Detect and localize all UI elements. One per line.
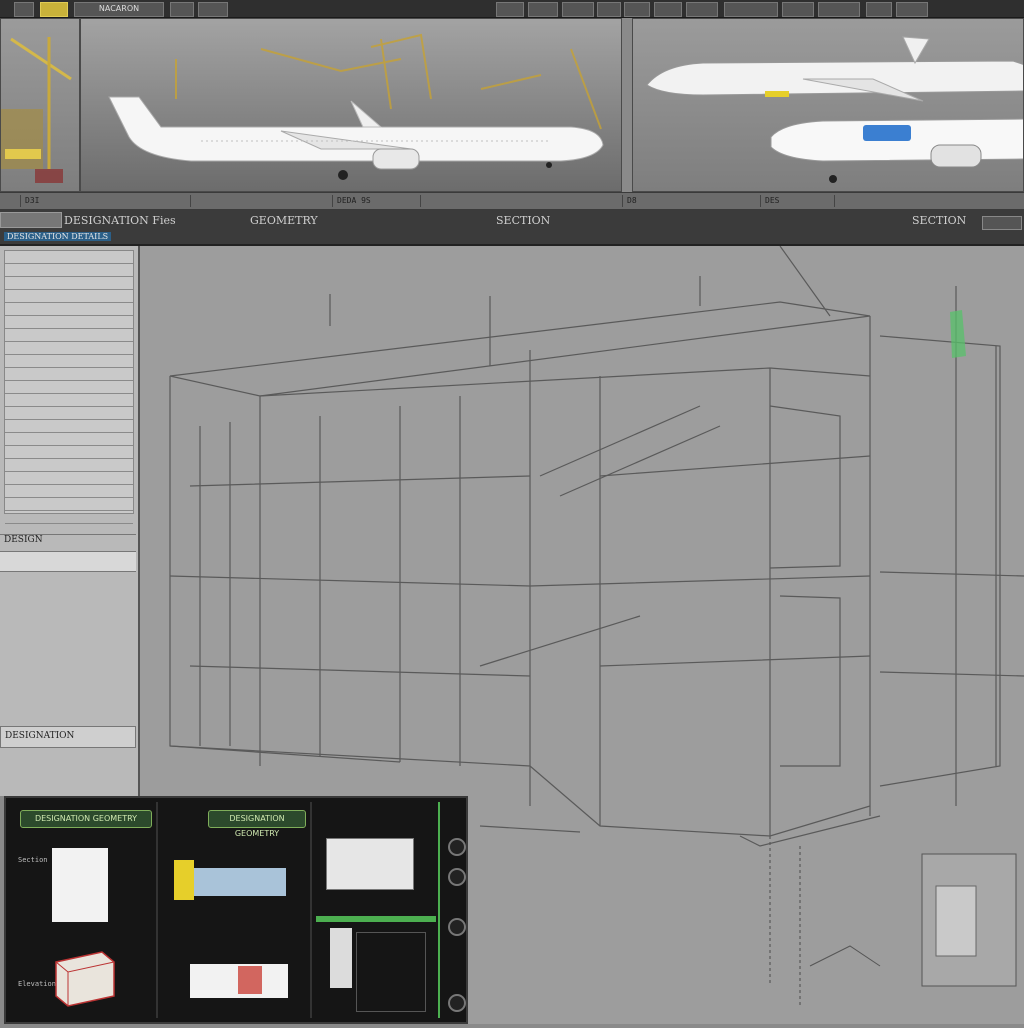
panel-table-preview[interactable]: [326, 838, 414, 890]
panel-green-strip: [316, 916, 436, 922]
panel-caption-2: Elevation: [18, 980, 56, 988]
green-marker: [950, 310, 966, 358]
toolbar-button-1[interactable]: [14, 2, 34, 17]
property-row[interactable]: [5, 277, 133, 290]
panel-preview-card[interactable]: [52, 848, 108, 922]
property-row[interactable]: [5, 420, 133, 433]
viewport-crane-thumb[interactable]: [0, 18, 80, 192]
tab-section[interactable]: SECTION: [496, 214, 550, 227]
property-row[interactable]: [5, 264, 133, 277]
panel-blue-bar[interactable]: [194, 868, 286, 896]
aircraft-pair-image: [646, 36, 1023, 183]
panel-red-mark: [238, 966, 262, 994]
panel-knob-4[interactable]: [448, 994, 466, 1012]
ruler-cell-4: [420, 195, 595, 207]
toolbar-right-10[interactable]: [818, 2, 860, 17]
property-row[interactable]: [5, 433, 133, 446]
panel-column-preview[interactable]: [330, 928, 352, 988]
panel-caption-1: Section: [18, 856, 48, 864]
property-row[interactable]: [5, 472, 133, 485]
ruler-label-4: DES: [765, 196, 780, 205]
top-toolbar: NACARON: [0, 0, 1024, 18]
property-row[interactable]: [5, 303, 133, 316]
property-row[interactable]: [5, 394, 133, 407]
property-row[interactable]: [5, 355, 133, 368]
bottom-tool-panel: DESIGNATION GEOMETRY DESIGNATION GEOMETR…: [4, 796, 468, 1024]
panel-divider-green: [438, 802, 440, 1018]
tab-designation[interactable]: DESIGNATION Fies: [64, 214, 176, 227]
ruler-cell-2: [190, 195, 335, 207]
toolbar-right-6[interactable]: [654, 2, 682, 17]
property-row[interactable]: [5, 342, 133, 355]
property-row[interactable]: [5, 511, 133, 524]
panel-divider-1: [156, 802, 158, 1018]
viewport-aircraft-side[interactable]: [80, 18, 622, 192]
property-row[interactable]: [5, 381, 133, 394]
ruler-strip: D3I DEDA 9S D8 DES: [0, 192, 1024, 210]
property-row[interactable]: [5, 446, 133, 459]
ruler-cell-6: DES: [760, 195, 835, 207]
toolbar-button-3[interactable]: [170, 2, 194, 17]
sub-tab-details[interactable]: DESIGNATION DETAILS: [4, 232, 112, 241]
property-row[interactable]: [5, 498, 133, 511]
panel-button-1[interactable]: DESIGNATION GEOMETRY: [20, 810, 152, 828]
ruler-cell-1: D3I: [20, 195, 97, 207]
toolbar-right-2[interactable]: [528, 2, 558, 17]
property-row[interactable]: [5, 459, 133, 472]
toolbar-right-4[interactable]: [597, 2, 621, 17]
toolbar-right-7[interactable]: [686, 2, 718, 17]
panel-yellow-block[interactable]: [174, 860, 194, 900]
sidebar-footer-label: DESIGN: [0, 534, 136, 552]
toolbar-title: NACARON: [98, 4, 140, 13]
property-row[interactable]: [5, 407, 133, 420]
toolbar-right-12[interactable]: [896, 2, 928, 17]
toolbar-right-9[interactable]: [782, 2, 814, 17]
header-bar: DESIGNATION Fies DESIGNATION DETAILS GEO…: [0, 210, 1024, 246]
property-row[interactable]: [5, 290, 133, 303]
property-row[interactable]: [5, 485, 133, 498]
property-row[interactable]: [5, 316, 133, 329]
panel-divider-2: [310, 802, 312, 1018]
header-left-box[interactable]: [0, 212, 62, 228]
panel-grid-preview[interactable]: [356, 932, 426, 1012]
toolbar-right-11[interactable]: [866, 2, 892, 17]
property-row[interactable]: [5, 251, 133, 264]
property-row[interactable]: [5, 368, 133, 381]
aircraft-scene-image: [108, 33, 604, 180]
toolbar-right-5[interactable]: [624, 2, 650, 17]
tab-geometry[interactable]: GEOMETRY: [250, 214, 318, 227]
ruler-cell-7: [834, 195, 1019, 207]
toolbar-button-yellow[interactable]: [40, 2, 68, 17]
left-sidebar: DESIGN DESIGNATION: [0, 246, 140, 796]
ruler-cell-3: DEDA 9S: [332, 195, 421, 207]
sidebar-input-row[interactable]: [0, 552, 136, 572]
ruler-label-3: D8: [627, 196, 637, 205]
toolbar-right-8[interactable]: [724, 2, 778, 17]
toolbar-right-1[interactable]: [496, 2, 524, 17]
toolbar-right-3[interactable]: [562, 2, 594, 17]
panel-knob-3[interactable]: [448, 918, 466, 936]
header-right-button[interactable]: [982, 216, 1022, 230]
sidebar-bottom-label[interactable]: DESIGNATION: [0, 726, 136, 748]
panel-knob-2[interactable]: [448, 868, 466, 886]
property-table: [4, 250, 134, 524]
panel-box-preview[interactable]: [52, 948, 116, 1008]
crane-scene-image: [1, 37, 72, 183]
property-row[interactable]: [5, 329, 133, 342]
toolbar-title-button[interactable]: NACARON: [74, 2, 164, 17]
ruler-cell-5: D8: [622, 195, 731, 207]
property-rows: [5, 251, 133, 524]
header-right-title: SECTION: [912, 214, 967, 227]
panel-button-2[interactable]: DESIGNATION GEOMETRY: [208, 810, 306, 838]
viewport-aircraft-front[interactable]: [632, 18, 1024, 192]
toolbar-button-4[interactable]: [198, 2, 228, 17]
ruler-label-2: DEDA 9S: [337, 196, 371, 205]
panel-knob-1[interactable]: [448, 838, 466, 856]
ruler-label-1: D3I: [25, 196, 40, 205]
